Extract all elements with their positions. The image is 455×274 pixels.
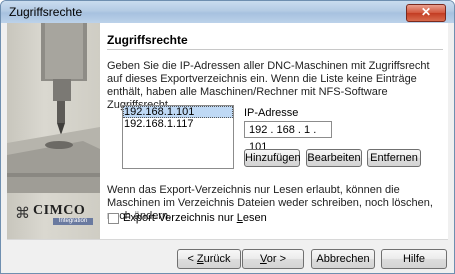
milling-machine-illustration xyxy=(7,23,100,193)
close-icon: ✕ xyxy=(420,5,432,19)
next-button[interactable]: Vor > xyxy=(242,249,304,269)
back-button[interactable]: < Zurück xyxy=(177,249,241,269)
window-title: Zugriffsrechte xyxy=(9,5,83,19)
list-item[interactable]: 192.168.1.117 xyxy=(123,118,233,130)
ip-address-input[interactable]: 192 . 168 . 1 . 101 xyxy=(244,121,332,153)
title-bar[interactable]: Zugriffsrechte ✕ xyxy=(1,1,454,23)
heading-divider xyxy=(107,49,443,50)
list-item[interactable]: 192.168.1.101 xyxy=(123,106,233,118)
add-button[interactable]: Hinzufügen xyxy=(244,149,301,167)
logo-brand: CIMCO xyxy=(33,203,86,218)
close-button[interactable]: ✕ xyxy=(406,4,446,22)
edit-button[interactable]: Bearbeiten xyxy=(306,149,362,167)
wizard-window: Zugriffsrechte ✕ ⌘ CIMCO Integration Zug xyxy=(0,0,455,274)
ip-address-label: IP-Adresse xyxy=(244,107,299,119)
logo-subtitle: Integration xyxy=(53,218,93,225)
readonly-checkbox[interactable] xyxy=(108,213,119,224)
readonly-checkbox-label[interactable]: Export-Verzeichnis nur Lesen xyxy=(123,212,267,224)
footer-divider xyxy=(7,239,448,240)
cimco-logo-icon: ⌘ xyxy=(15,204,30,222)
page-heading: Zugriffsrechte xyxy=(107,33,188,47)
ip-address-list[interactable]: 192.168.1.101 192.168.1.117 xyxy=(122,105,234,169)
cancel-button[interactable]: Abbrechen xyxy=(311,249,375,269)
remove-button[interactable]: Entfernen xyxy=(367,149,421,167)
help-button[interactable]: Hilfe xyxy=(381,249,447,269)
cimco-logo: ⌘ CIMCO Integration xyxy=(15,203,95,225)
side-banner: ⌘ CIMCO Integration xyxy=(7,23,100,239)
